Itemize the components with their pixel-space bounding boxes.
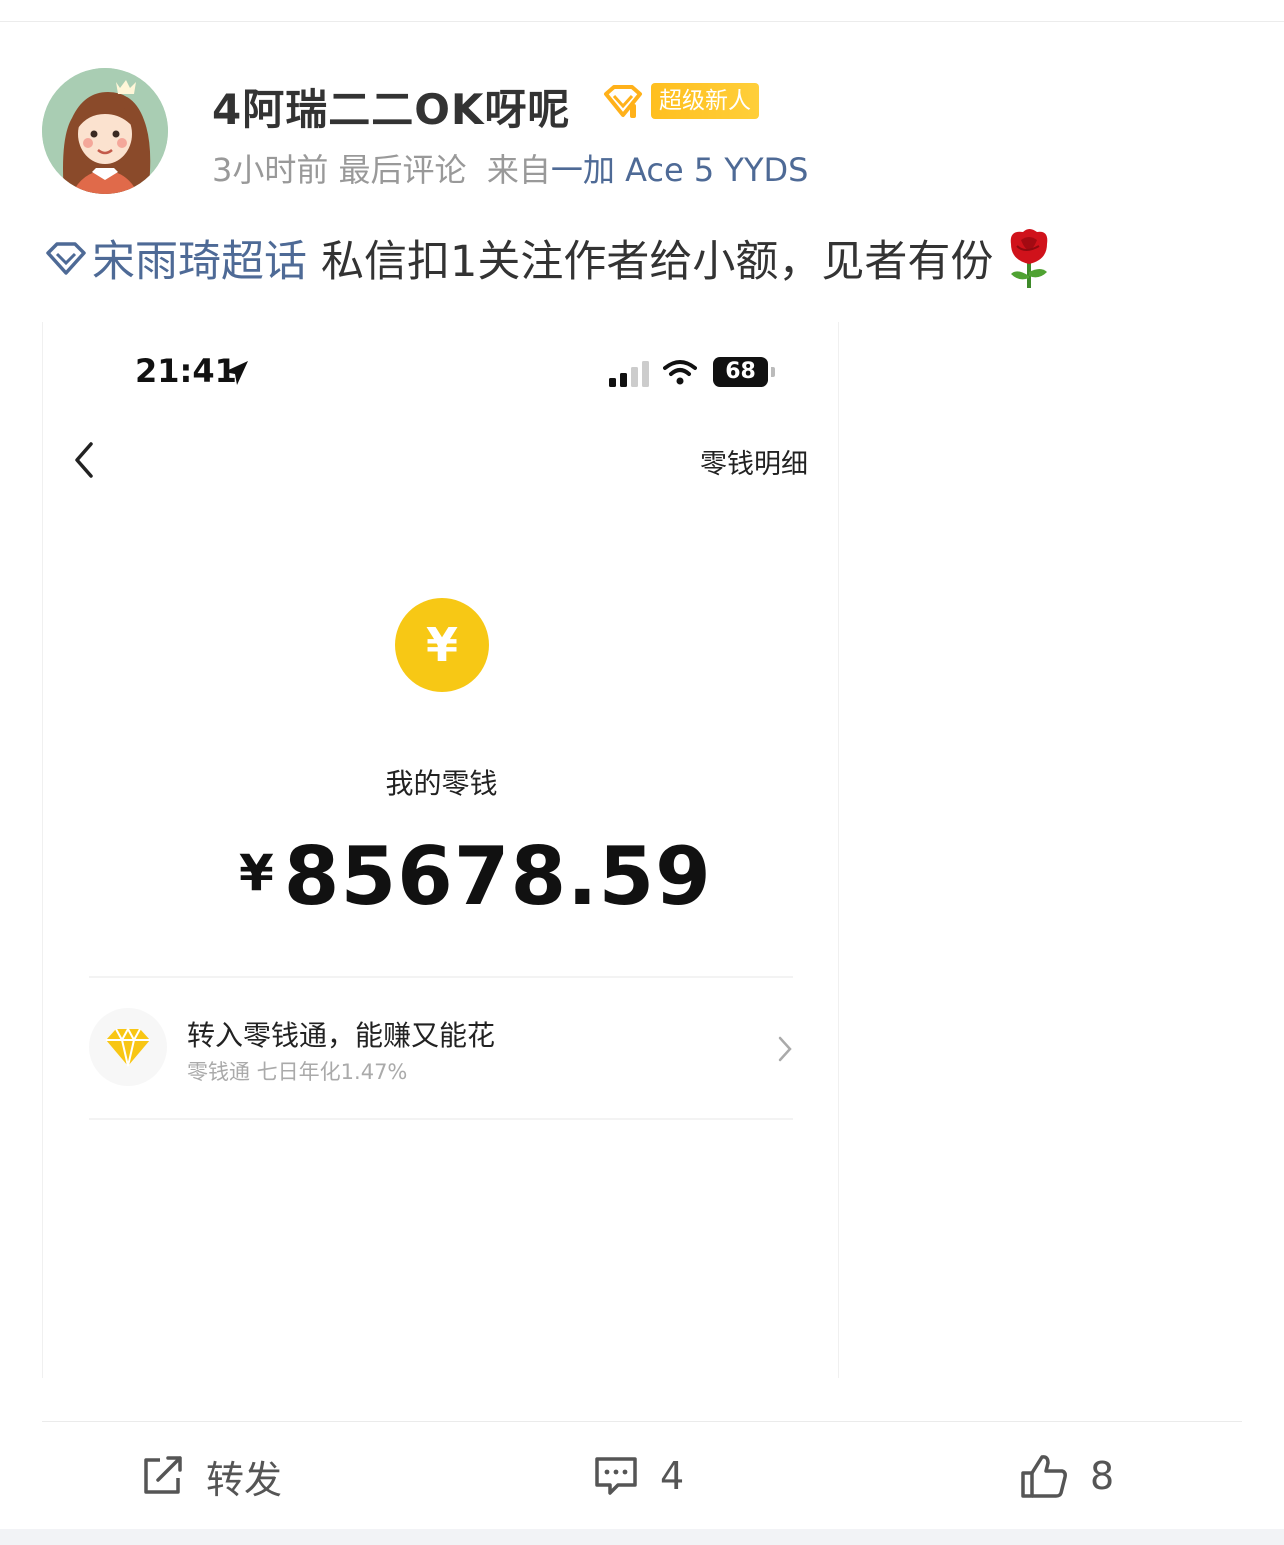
currency-symbol: ¥	[239, 844, 274, 902]
post-time: 3小时前	[212, 151, 329, 189]
battery-tip	[771, 367, 775, 377]
author-name[interactable]: 4阿瑞二二OK呀呢	[212, 76, 570, 137]
comment-icon	[595, 1457, 637, 1495]
repost-button[interactable]: 转发	[142, 1446, 282, 1506]
wallet-balance: ¥85678.59	[239, 830, 712, 923]
like-button[interactable]: 8	[1020, 1446, 1114, 1506]
super-topic-icon	[46, 242, 86, 275]
like-count: 8	[1090, 1454, 1115, 1498]
repost-label: 转发	[206, 1457, 283, 1502]
top-divider	[0, 0, 1284, 22]
post-image[interactable]: 21:41 68 零钱明细 ¥ 我的零钱 ¥85678.59 转入零钱通，能赚又…	[42, 322, 839, 1378]
topic-link[interactable]: 宋雨琦超话	[44, 227, 307, 289]
last-comment-label: 最后评论	[338, 151, 467, 189]
wifi-icon	[663, 360, 697, 385]
battery-level: 68	[713, 357, 768, 387]
super-newbie-badge: 超级新人	[651, 83, 759, 119]
divider	[89, 976, 793, 978]
cellular-signal-icon	[609, 361, 649, 387]
change-detail-link[interactable]: 零钱明细	[700, 442, 808, 481]
girl-avatar-icon	[42, 68, 168, 194]
from-prefix: 来自	[486, 151, 551, 189]
post-meta: 3小时前 最后评论 来自一加 Ace 5 YYDS	[212, 145, 808, 191]
chevron-right-icon[interactable]	[775, 1034, 795, 1064]
topic-label: 宋雨琦超话	[92, 237, 307, 287]
battery-icon: 68	[713, 357, 775, 387]
back-chevron-icon[interactable]	[69, 440, 99, 480]
thumbs-up-icon	[1021, 1455, 1067, 1498]
coin-icon: ¥	[395, 598, 489, 692]
post-body: 宋雨琦超话 私信扣1关注作者给小额，见者有份	[44, 226, 1059, 290]
comment-count: 4	[660, 1454, 685, 1498]
fund-subtitle: 零钱通 七日年化1.47%	[187, 1060, 408, 1084]
author-avatar[interactable]	[42, 68, 168, 194]
wallet-label: 我的零钱	[385, 767, 498, 800]
location-arrow-icon	[224, 361, 248, 385]
comment-button[interactable]: 4	[594, 1446, 684, 1506]
rose-emoji	[1011, 229, 1048, 288]
fund-icon-circle	[89, 1008, 167, 1086]
footer-band	[0, 1529, 1284, 1545]
divider	[89, 1118, 793, 1120]
action-bar-divider	[42, 1421, 1242, 1422]
yellow-diamond-icon	[106, 1026, 150, 1067]
device-source[interactable]: 一加 Ace 5 YYDS	[551, 151, 809, 189]
post-text: 私信扣1关注作者给小额，见者有份	[321, 237, 994, 287]
repost-icon	[144, 1456, 182, 1494]
fund-title[interactable]: 转入零钱通，能赚又能花	[187, 1014, 495, 1054]
balance-amount: 85678.59	[283, 830, 712, 923]
vip-diamond-icon	[604, 85, 642, 118]
